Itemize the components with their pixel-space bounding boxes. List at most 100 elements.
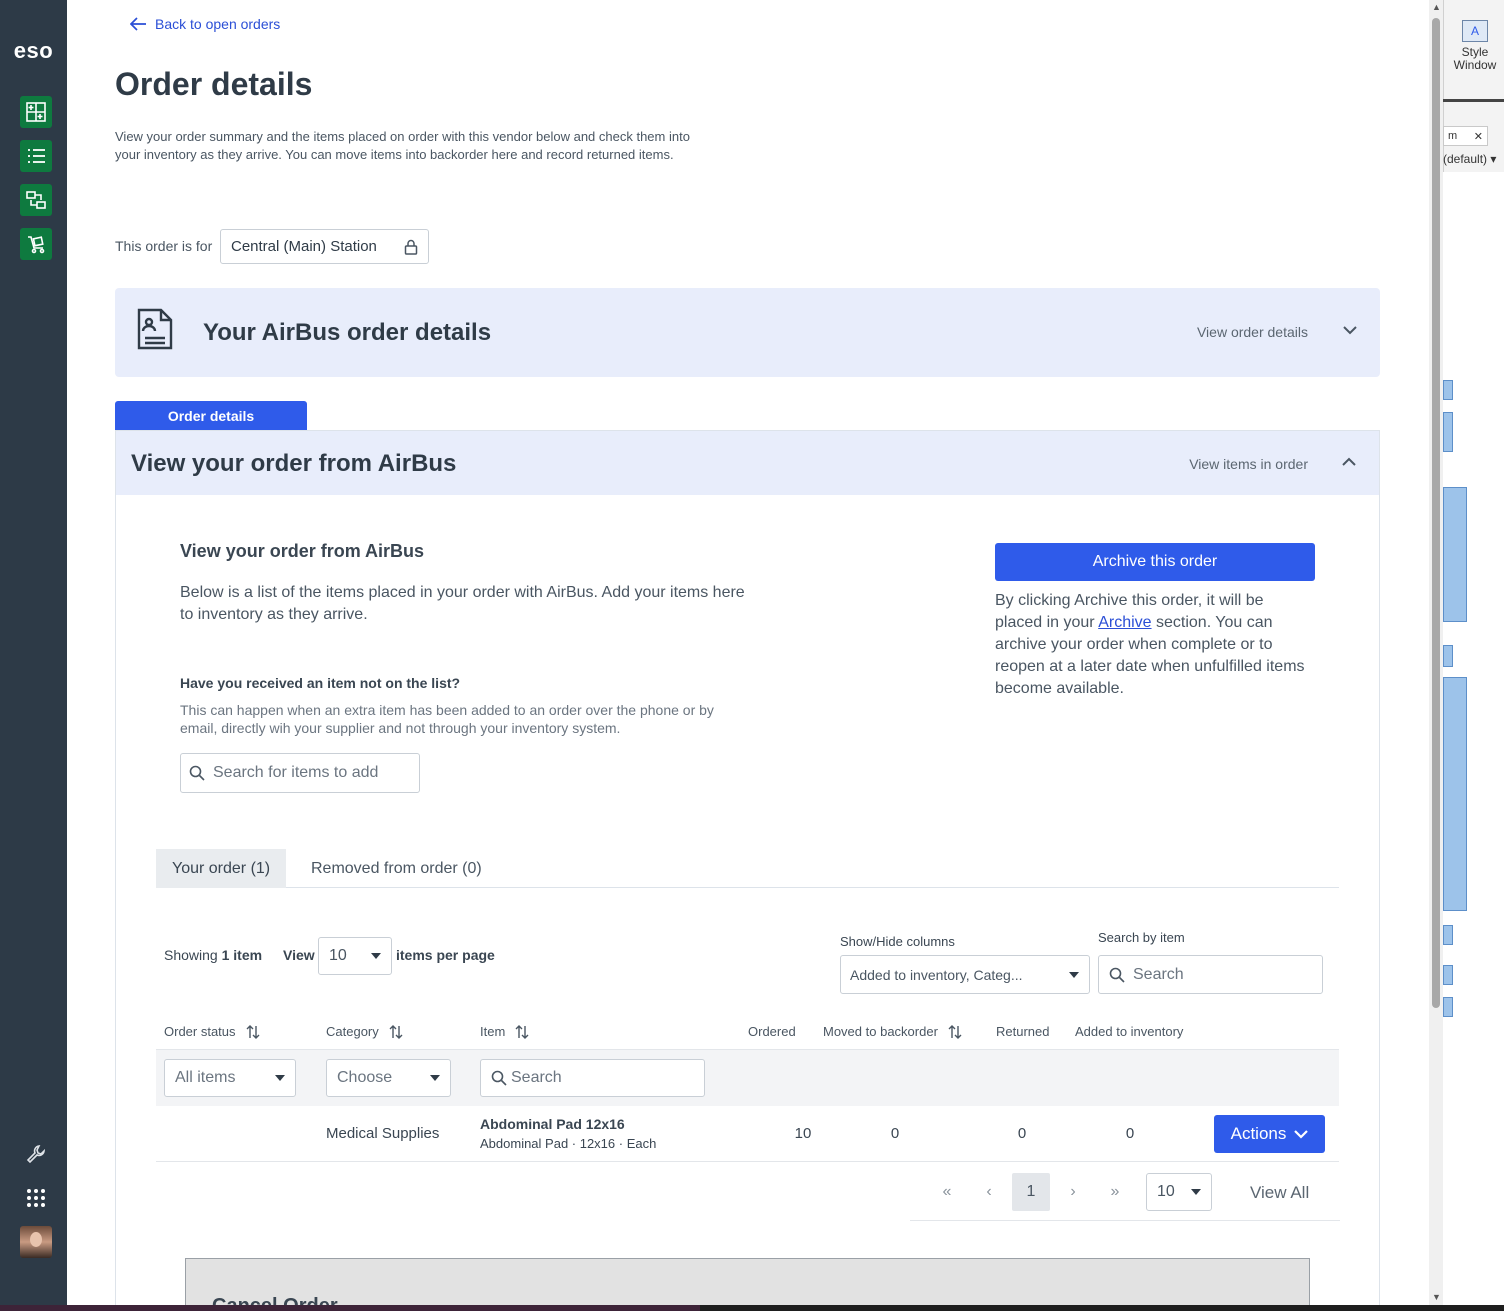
item-filter-search[interactable]: Search [480,1059,705,1097]
sort-icon[interactable] [246,1024,260,1039]
col-added-to-inventory: Added to inventory [1075,1024,1183,1039]
received-item-question: Have you received an item not on the lis… [180,675,461,691]
chevron-up-icon[interactable] [1341,456,1357,468]
view-order-details-toggle[interactable]: View order details [1197,324,1308,340]
col-label: Category [326,1024,379,1039]
items-per-page-label: items per page [396,947,495,963]
close-icon[interactable]: ✕ [1474,130,1483,143]
received-item-description: This can happen when an extra item has b… [180,702,714,736]
eso-logo[interactable]: eso [0,38,67,64]
wrench-icon[interactable] [20,1138,52,1170]
style-default-select[interactable]: (default) ▾ [1443,152,1496,166]
row-category: Medical Supplies [326,1125,440,1142]
archive-description: By clicking Archive this order, it will … [995,590,1305,700]
row-backorder: 0 [890,1125,900,1142]
caret-down-icon [1069,971,1079,978]
user-avatar[interactable] [20,1226,52,1258]
arrow-left-icon [130,17,146,31]
search-icon [189,765,205,781]
chevron-down-icon[interactable] [1342,324,1358,336]
search-icon [491,1070,507,1086]
order-for-label: This order is for [115,238,213,254]
back-link-label: Back to open orders [155,16,281,32]
col-order-status[interactable]: Order status [164,1024,260,1039]
category-filter[interactable]: Choose [326,1059,451,1097]
outline-block [1443,965,1453,985]
apps-grid-icon[interactable] [20,1182,52,1214]
next-page-icon[interactable]: › [1054,1173,1092,1211]
search-by-item-input[interactable]: Search [1098,955,1323,994]
order-station-field: Central (Main) Station [220,229,429,264]
sort-icon[interactable] [948,1024,962,1039]
showing-count-value: 1 item [221,947,263,963]
order-details-tab[interactable]: Order details [115,401,307,430]
view-all-link[interactable]: View All [1250,1183,1309,1203]
page-scrollbar[interactable]: ▲ ▼ [1429,0,1443,1311]
sort-icon[interactable] [389,1024,403,1039]
outline-block [1443,487,1467,622]
vendor-panel-title: Your AirBus order details [203,319,492,346]
show-hide-columns-select[interactable]: Added to inventory, Categ... [840,955,1090,994]
inventory-grid-icon[interactable] [20,96,52,128]
pagination: « ‹ 1 › » 10 View All [910,1169,1340,1221]
document-icon [137,308,173,350]
style-window-icon: A [1462,20,1488,42]
page-number[interactable]: 1 [1012,1173,1050,1211]
style-window-label-2: Window [1453,58,1497,72]
show-hide-columns-value: Added to inventory, Categ... [850,966,1023,983]
archive-order-button[interactable]: Archive this order [995,543,1315,581]
order-description: Below is a list of the items placed in y… [180,584,745,623]
prev-page-icon[interactable]: ‹ [970,1173,1008,1211]
tab-removed-from-order[interactable]: Removed from order (0) [295,849,498,888]
add-item-placeholder: Search for items to add [213,764,379,781]
order-items-title: View your order from AirBus [131,450,457,477]
scroll-down-icon[interactable]: ▼ [1432,1292,1441,1302]
transfer-icon[interactable] [20,184,52,216]
outline-block [1443,677,1467,911]
scrollbar-thumb[interactable] [1432,18,1440,1008]
tab-your-order[interactable]: Your order (1) [156,849,287,888]
outline-block [1443,925,1453,945]
caret-down-icon [371,953,381,959]
search-icon [1109,967,1125,983]
col-returned: Returned [996,1024,1049,1039]
side-navigation: eso [0,0,67,1311]
actions-button[interactable]: Actions [1214,1115,1325,1153]
cancel-order-section: Cancel Order [185,1258,1310,1311]
page-title: Order details [115,66,313,102]
col-moved-to-backorder[interactable]: Moved to backorder [823,1024,962,1039]
order-status-filter[interactable]: All items [164,1059,296,1097]
items-per-page-select[interactable]: 10 [318,937,392,975]
col-label: Added to inventory [1075,1024,1184,1039]
cart-icon[interactable] [20,228,52,260]
page-intro: View your order summary and the items pl… [115,129,690,162]
sort-icon[interactable] [515,1024,529,1039]
archive-link[interactable]: Archive [1098,614,1151,631]
col-item[interactable]: Item [480,1024,529,1039]
table-filter-row: All items Choose Search [156,1049,1339,1106]
showing-count: Showing 1 item [164,947,262,963]
taskbar-segment [0,1305,700,1311]
add-item-search-input[interactable]: Search for items to add [180,753,420,793]
back-to-open-orders-link[interactable]: Back to open orders [130,16,280,32]
view-items-toggle[interactable]: View items in order [1189,456,1308,472]
style-window-button[interactable]: A Style Window [1449,20,1501,72]
list-icon[interactable] [20,140,52,172]
row-ordered: 10 [794,1125,812,1142]
col-category[interactable]: Category [326,1024,403,1039]
outline-block [1443,412,1453,452]
scroll-up-icon[interactable]: ▲ [1432,2,1441,12]
divider [1443,99,1504,102]
search-by-item-placeholder: Search [1133,965,1184,983]
view-label: View [283,947,315,963]
pagination-per-page-select[interactable]: 10 [1146,1173,1212,1211]
background-app-tab[interactable]: m ✕ [1443,126,1488,146]
table-row: Medical Supplies Abdominal Pad 12x16 Abd… [156,1106,1339,1162]
outline-block [1443,645,1453,667]
lock-icon [404,239,418,255]
row-item-description: Abdominal Pad · 12x16 · Each [480,1136,657,1151]
first-page-icon[interactable]: « [928,1173,966,1211]
order-items-header: View your order from AirBus View items i… [116,431,1379,495]
last-page-icon[interactable]: » [1096,1173,1134,1211]
row-item-name[interactable]: Abdominal Pad 12x16 [480,1116,625,1132]
